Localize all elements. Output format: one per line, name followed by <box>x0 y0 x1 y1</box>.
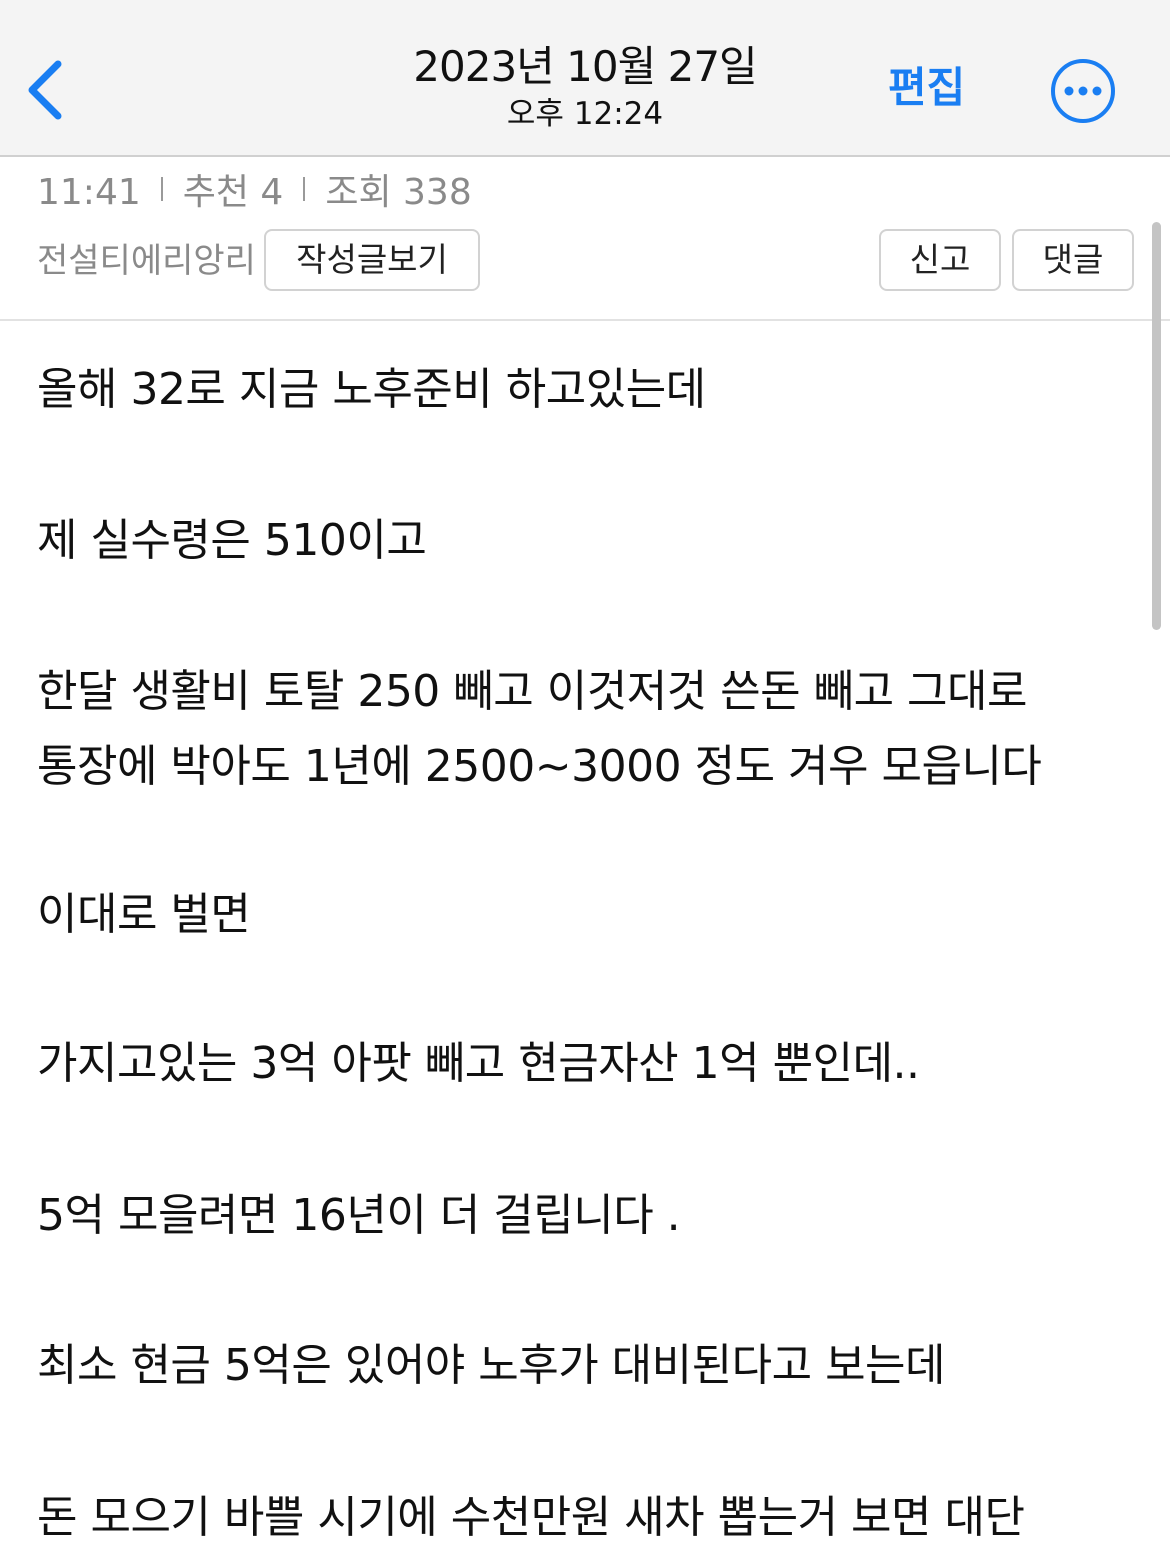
comment-button[interactable]: 댓글 <box>1012 229 1134 291</box>
body-paragraph: 한달 생활비 토탈 250 빼고 이것저것 쓴돈 빼고 그대로 <box>37 666 1027 717</box>
post-time: 11:41 <box>37 172 141 213</box>
back-button[interactable] <box>22 58 70 122</box>
body-paragraph: 올해 32로 지금 노후준비 하고있는데 <box>37 364 706 415</box>
ellipsis-circle-icon <box>1051 59 1115 123</box>
report-button[interactable]: 신고 <box>879 229 1001 291</box>
post-meta: 11:41 추천 4 조회 338 전설티에리앙리 작성글보기 신고 댓글 <box>0 157 1170 321</box>
body-paragraph: 이대로 벌면 <box>37 889 251 940</box>
scrollbar[interactable] <box>1152 222 1161 630</box>
divider <box>160 177 163 201</box>
more-button[interactable] <box>1050 58 1116 124</box>
edit-button[interactable]: 편집 <box>888 60 965 116</box>
navigation-bar: 2023년 10월 27일 오후 12:24 편집 <box>0 0 1170 157</box>
page-title: 2023년 10월 27일 오후 12:24 <box>385 40 785 132</box>
title-time: 오후 12:24 <box>506 96 664 132</box>
body-paragraph: 통장에 박아도 1년에 2500~3000 정도 겨우 모읍니다 <box>37 741 1042 792</box>
post-stats: 11:41 추천 4 조회 338 <box>37 171 472 215</box>
chevron-left-icon <box>28 60 62 120</box>
body-paragraph: 돈 모으기 바쁠 시기에 수천만원 새차 뽑는거 보면 대단 <box>37 1492 1025 1543</box>
like-count: 추천 4 <box>182 172 284 213</box>
body-paragraph: 5억 모을려면 16년이 더 걸립니다 . <box>37 1190 681 1241</box>
divider <box>303 177 306 201</box>
view-posts-button[interactable]: 작성글보기 <box>264 229 480 291</box>
body-paragraph: 가지고있는 3억 아팟 빼고 현금자산 1억 뿐인데.. <box>37 1038 920 1089</box>
body-paragraph: 제 실수령은 510이고 <box>37 515 427 566</box>
author-name[interactable]: 전설티에리앙리 <box>37 239 256 283</box>
view-count: 조회 338 <box>325 172 472 213</box>
title-date: 2023년 10월 27일 <box>413 42 757 91</box>
body-paragraph: 최소 현금 5억은 있어야 노후가 대비된다고 보는데 <box>37 1340 946 1391</box>
